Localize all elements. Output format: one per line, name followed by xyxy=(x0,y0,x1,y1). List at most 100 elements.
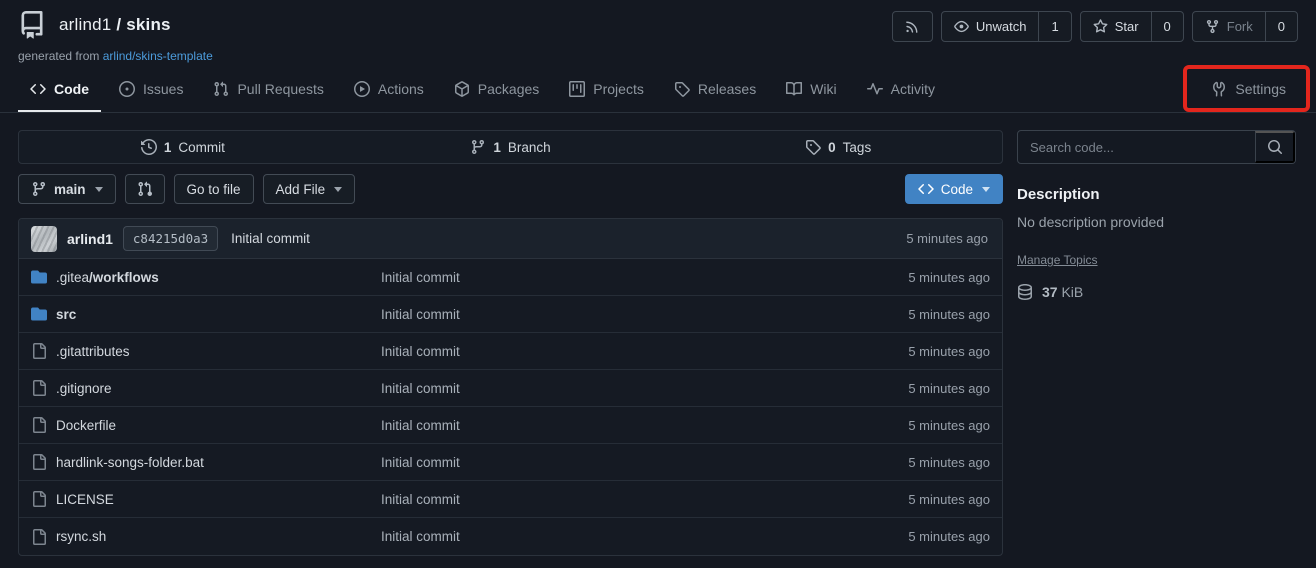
tab-packages[interactable]: Packages xyxy=(442,68,551,112)
manage-topics-link[interactable]: Manage Topics xyxy=(1017,253,1098,267)
file-icon xyxy=(31,343,47,359)
repo-name-link[interactable]: skins xyxy=(126,15,170,34)
file-link[interactable]: rsync.sh xyxy=(31,529,381,545)
repo-sidebar: Description No description provided Mana… xyxy=(1017,130,1296,556)
branch-icon xyxy=(470,139,486,155)
file-link[interactable]: LICENSE xyxy=(31,491,381,507)
commits-summary-link[interactable]: 1 Commit xyxy=(19,131,347,163)
code-icon xyxy=(918,181,934,197)
code-search-box xyxy=(1017,130,1296,164)
tag-count-label: Tags xyxy=(843,140,872,155)
tab-code[interactable]: Code xyxy=(18,68,101,112)
file-link[interactable]: .gitignore xyxy=(31,380,381,396)
stars-count[interactable]: 0 xyxy=(1151,12,1183,41)
table-row: srcInitial commit5 minutes ago xyxy=(19,296,1002,333)
tab-settings[interactable]: Settings xyxy=(1199,68,1298,112)
search-input[interactable] xyxy=(1018,131,1255,163)
tab-label: Issues xyxy=(143,81,183,97)
commit-author-link[interactable]: arlind1 xyxy=(67,231,113,247)
tab-pull-requests[interactable]: Pull Requests xyxy=(201,68,335,112)
package-icon xyxy=(454,81,470,97)
branch-count: 1 xyxy=(493,140,501,155)
file-link[interactable]: hardlink-songs-folder.bat xyxy=(31,454,381,470)
folder-icon xyxy=(31,306,47,322)
repo-tab-bar: Code Issues Pull RequestsActionsPackagesPr… xyxy=(0,68,1316,113)
repo-identity: arlind1 / skins xyxy=(18,11,171,39)
page-title: arlind1 / skins xyxy=(59,15,171,35)
star-button[interactable]: Star xyxy=(1081,12,1151,41)
settings-tab-wrap: Settings xyxy=(1199,68,1298,112)
branch-selector[interactable]: main xyxy=(18,174,116,204)
repo-toolbar: main Go to file Add File Code xyxy=(18,174,1003,204)
star-icon xyxy=(1093,19,1108,34)
description-heading: Description xyxy=(1017,186,1296,203)
entry-commit-message-link[interactable]: Initial commit xyxy=(381,418,830,433)
tab-label: Activity xyxy=(891,81,935,97)
entry-age: 5 minutes ago xyxy=(830,381,990,396)
forks-count[interactable]: 0 xyxy=(1265,12,1297,41)
entry-name: LICENSE xyxy=(56,492,114,507)
add-file-button[interactable]: Add File xyxy=(263,174,356,204)
entry-commit-message-link[interactable]: Initial commit xyxy=(381,270,830,285)
description-empty-text: No description provided xyxy=(1017,214,1296,230)
go-to-file-label: Go to file xyxy=(187,182,241,197)
eye-icon xyxy=(954,19,969,34)
entry-commit-message-link[interactable]: Initial commit xyxy=(381,381,830,396)
search-button[interactable] xyxy=(1255,131,1295,163)
fork-label: Fork xyxy=(1227,19,1253,34)
tab-issues[interactable]: Issues xyxy=(107,68,195,112)
file-link[interactable]: Dockerfile xyxy=(31,417,381,433)
tab-activity[interactable]: Activity xyxy=(855,68,947,112)
compare-button[interactable] xyxy=(125,174,165,204)
file-icon xyxy=(31,529,47,545)
commit-message-link[interactable]: Initial commit xyxy=(231,231,310,246)
rss-button[interactable] xyxy=(892,11,933,42)
repo-size-unit: KiB xyxy=(1061,284,1083,300)
file-link[interactable]: .gitattributes xyxy=(31,343,381,359)
pr-icon xyxy=(213,81,229,97)
tags-summary-link[interactable]: 0 Tags xyxy=(674,131,1002,163)
code-button-label: Code xyxy=(941,182,973,197)
repo-summary-bar: 1 Commit 1 Branch 0 Tags xyxy=(18,130,1003,164)
commit-hash-link[interactable]: c84215d0a3 xyxy=(123,226,218,251)
table-row: .gitignoreInitial commit5 minutes ago xyxy=(19,370,1002,407)
entry-age: 5 minutes ago xyxy=(830,455,990,470)
branches-summary-link[interactable]: 1 Branch xyxy=(347,131,675,163)
repo-owner-link[interactable]: arlind1 xyxy=(59,15,111,34)
watchers-count[interactable]: 1 xyxy=(1038,12,1070,41)
avatar[interactable] xyxy=(31,226,57,252)
entry-commit-message-link[interactable]: Initial commit xyxy=(381,307,830,322)
entry-commit-message-link[interactable]: Initial commit xyxy=(381,344,830,359)
commit-count-label: Commit xyxy=(178,140,225,155)
generated-from-label: generated from xyxy=(18,49,99,63)
go-to-file-button[interactable]: Go to file xyxy=(174,174,254,204)
folder-link[interactable]: .gitea/workflows xyxy=(31,269,381,285)
add-file-label: Add File xyxy=(276,182,326,197)
repo-browser-column: 1 Commit 1 Branch 0 Tags main xyxy=(18,130,1003,556)
repo-action-buttons: Unwatch 1 Star 0 Fork 0 xyxy=(892,11,1298,42)
tab-actions[interactable]: Actions xyxy=(342,68,436,112)
tab-wiki[interactable]: Wiki xyxy=(774,68,848,112)
entry-name: rsync.sh xyxy=(56,529,106,544)
tag-count: 0 xyxy=(828,140,836,155)
unwatch-button[interactable]: Unwatch xyxy=(942,12,1039,41)
tab-projects[interactable]: Projects xyxy=(557,68,656,112)
tag-icon xyxy=(674,81,690,97)
project-icon xyxy=(569,81,585,97)
commit-age: 5 minutes ago xyxy=(906,231,990,246)
branch-icon xyxy=(31,181,47,197)
entry-commit-message-link[interactable]: Initial commit xyxy=(381,529,830,544)
table-row: .gitea/workflowsInitial commit5 minutes … xyxy=(19,259,1002,296)
repo-header: arlind1 / skins Unwatch 1 Star 0 xyxy=(0,0,1316,63)
entry-commit-message-link[interactable]: Initial commit xyxy=(381,492,830,507)
entry-commit-message-link[interactable]: Initial commit xyxy=(381,455,830,470)
file-icon xyxy=(31,380,47,396)
template-link[interactable]: arlind/skins-template xyxy=(103,49,213,63)
tab-releases[interactable]: Releases xyxy=(662,68,768,112)
file-icon xyxy=(31,454,47,470)
code-download-button[interactable]: Code xyxy=(905,174,1003,204)
file-icon xyxy=(31,491,47,507)
fork-button[interactable]: Fork xyxy=(1193,12,1265,41)
folder-link[interactable]: src xyxy=(31,306,381,322)
entry-name: .gitattributes xyxy=(56,344,130,359)
